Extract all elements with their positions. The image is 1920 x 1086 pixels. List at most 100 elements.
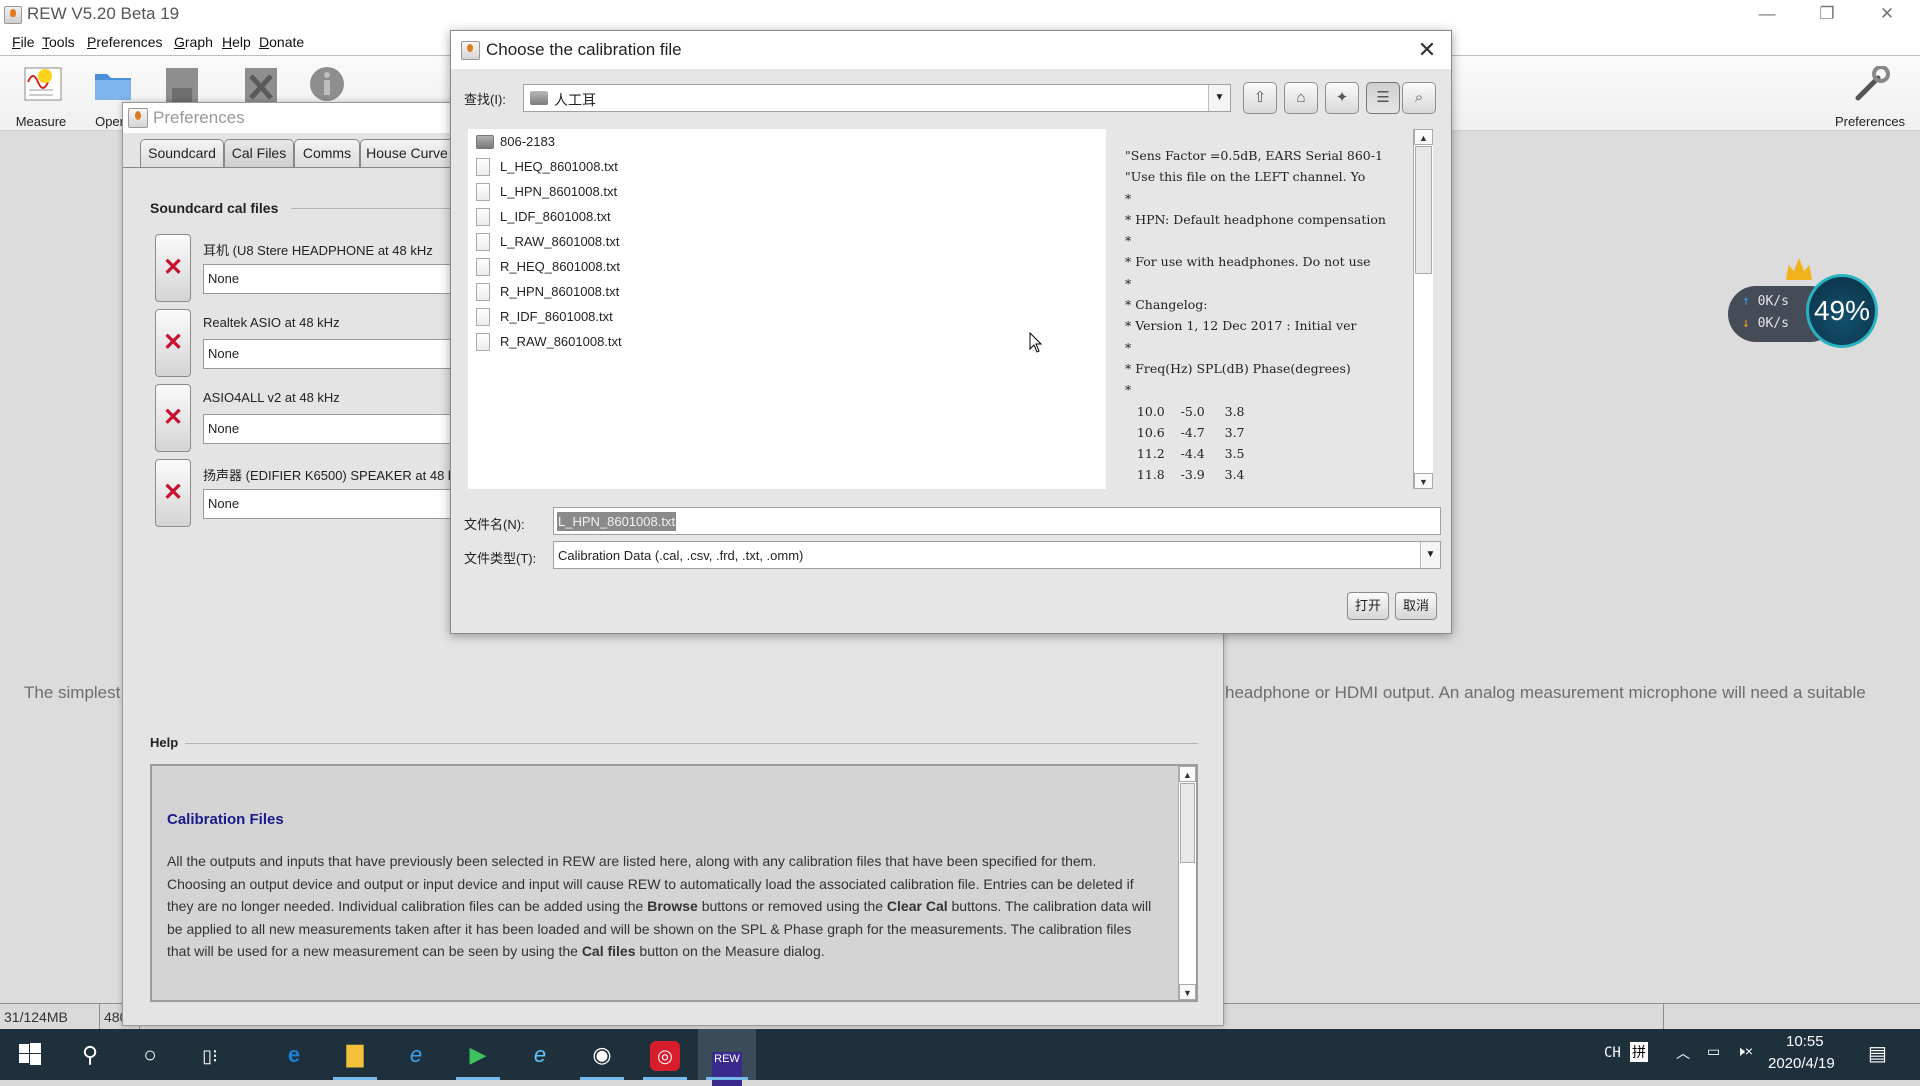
menu-graph[interactable]: Graph — [174, 34, 213, 50]
taskbar-video-player[interactable]: ▶ — [448, 1029, 508, 1080]
minimize-button[interactable]: — — [1738, 0, 1796, 30]
home-icon: ⌂ — [1296, 89, 1306, 106]
taskbar-edge[interactable]: e — [264, 1029, 324, 1080]
menu-preferences[interactable]: Preferences — [87, 34, 163, 50]
cortana-button[interactable]: ○ — [120, 1029, 180, 1080]
volume-muted-icon: 🕨× — [1736, 1043, 1753, 1059]
file-chooser-dialog: Choose the calibration file ✕ 查找(I): 人工耳… — [450, 30, 1452, 634]
file-icon — [476, 233, 490, 251]
chevron-down-icon[interactable]: ▼ — [1208, 85, 1230, 111]
close-window-button[interactable]: ✕ — [1858, 0, 1916, 30]
scroll-up-arrow[interactable]: ▲ — [1414, 129, 1433, 145]
preview-scrollbar[interactable]: ▲ ▼ — [1413, 129, 1433, 489]
measure-icon — [24, 67, 62, 101]
scroll-down-arrow[interactable]: ▼ — [1414, 473, 1433, 489]
taskbar-file-explorer[interactable]: ▇ — [325, 1029, 385, 1080]
ime-mode[interactable]: 拼 — [1630, 1042, 1648, 1062]
windows-taskbar: ⚲ ○ ▯⁝ e ▇ e ▶ e ◉ ◎ REW CH 拼 ︿ ▭ 🕨× 10:… — [0, 1029, 1920, 1086]
show-hidden-icons[interactable]: ︿ — [1676, 1043, 1690, 1063]
netease-music-icon: ◎ — [650, 1041, 680, 1071]
measure-button[interactable]: Measure — [6, 62, 76, 129]
remove-measurement-icon — [245, 68, 277, 102]
task-view-button[interactable]: ▯⁝ — [180, 1029, 240, 1080]
file-preview-text: "Sens Factor =0.5dB, EARS Serial 860-1 "… — [1125, 148, 1386, 483]
details-icon: ⌕ — [1414, 89, 1424, 106]
list-icon: ☰ — [1376, 89, 1390, 106]
volume-control[interactable]: 🕨× — [1736, 1043, 1753, 1060]
scroll-thumb[interactable] — [1180, 783, 1195, 863]
look-in-value: 人工耳 — [554, 92, 596, 108]
task-view-icon: ▯⁝ — [202, 1046, 218, 1066]
tab-comms[interactable]: Comms — [294, 139, 360, 167]
wrench-icon — [1855, 66, 1890, 101]
chooser-title: Choose the calibration file — [486, 40, 682, 59]
file-icon — [476, 208, 490, 226]
home-button[interactable]: ⌂ — [1284, 82, 1318, 114]
open-file-button[interactable]: 打开 — [1347, 592, 1389, 620]
file-explorer-icon: ▇ — [346, 1042, 364, 1067]
usage-percent: 49% — [1806, 274, 1878, 348]
taskbar-obs[interactable]: ◉ — [572, 1029, 632, 1080]
measure-label: Measure — [15, 114, 67, 129]
help-scrollbar[interactable]: ▲ ▼ — [1178, 766, 1196, 1000]
look-in-combo[interactable]: 人工耳 ▼ — [523, 84, 1231, 112]
play-icon: ▶ — [469, 1042, 487, 1067]
search-icon: ⚲ — [81, 1042, 99, 1067]
battery-status[interactable]: ▭ — [1707, 1043, 1720, 1060]
details-view-button[interactable]: ⌕ — [1402, 82, 1436, 114]
delete-entry-button[interactable]: ✕ — [155, 234, 191, 302]
input-language[interactable]: CH — [1604, 1045, 1621, 1061]
new-folder-button[interactable]: ✦ — [1325, 82, 1359, 114]
taskbar-ie-alt[interactable]: e — [510, 1029, 570, 1080]
search-button[interactable]: ⚲ — [60, 1029, 120, 1080]
edge-icon: e — [287, 1042, 301, 1067]
device-name: 耳机 (U8 Stere HEADPHONE at 48 kHz — [203, 243, 433, 258]
intro-text-left: The simplest — [24, 683, 121, 702]
preferences-button[interactable]: Preferences — [1830, 62, 1910, 129]
restore-button[interactable]: ❐ — [1798, 0, 1856, 30]
chevron-down-icon[interactable]: ▼ — [1420, 542, 1440, 568]
device-name: 扬声器 (EDIFIER K6500) SPEAKER at 48 k — [203, 468, 455, 483]
menu-file[interactable]: File — [12, 34, 35, 50]
scroll-down-arrow[interactable]: ▼ — [1179, 984, 1196, 1000]
file-icon — [476, 308, 490, 326]
menu-tools[interactable]: Tools — [42, 34, 75, 50]
folder-icon — [530, 91, 548, 105]
scroll-thumb[interactable] — [1415, 146, 1432, 274]
close-dialog-button[interactable]: ✕ — [1413, 37, 1441, 63]
up-one-level-button[interactable]: ⇧ — [1243, 82, 1277, 114]
network-monitor-widget[interactable]: ↑ 0K/s ↓ 0K/s 49% — [1728, 258, 1878, 352]
notification-icon: ▤ — [1868, 1043, 1887, 1065]
filename-label: 文件名(N): — [464, 517, 525, 532]
tab-house-curve[interactable]: House Curve — [360, 139, 454, 167]
list-view-button[interactable]: ☰ — [1366, 82, 1400, 114]
menu-help[interactable]: Help — [222, 34, 251, 50]
file-icon — [476, 258, 490, 276]
filename-input[interactable]: L_HPN_8601008.txt — [553, 507, 1441, 535]
clock-date[interactable]: 2020/4/19 — [1768, 1055, 1835, 1072]
taskbar-rew[interactable]: REW — [698, 1029, 756, 1086]
help-divider — [185, 743, 1198, 744]
delete-entry-button[interactable]: ✕ — [155, 459, 191, 527]
cancel-button[interactable]: 取消 — [1395, 592, 1437, 620]
vip-crown-icon — [1786, 258, 1812, 280]
delete-entry-button[interactable]: ✕ — [155, 384, 191, 452]
tab-soundcard[interactable]: Soundcard — [140, 139, 224, 167]
preferences-label: Preferences — [1834, 114, 1906, 129]
start-button[interactable] — [0, 1029, 60, 1080]
windows-logo-icon — [19, 1043, 41, 1065]
scroll-up-arrow[interactable]: ▲ — [1179, 766, 1196, 782]
filetype-select[interactable]: Calibration Data (.cal, .csv, .frd, .txt… — [553, 541, 1441, 569]
tab-cal-files[interactable]: Cal Files — [224, 139, 294, 167]
help-body: All the outputs and inputs that have pre… — [167, 853, 1152, 959]
main-title-bar: REW V5.20 Beta 19 — ❐ ✕ — [0, 0, 1920, 30]
java-app-icon — [4, 6, 22, 24]
action-center-button[interactable]: ▤ — [1868, 1041, 1887, 1066]
taskbar-internet-explorer[interactable]: e — [386, 1029, 446, 1080]
clock-time[interactable]: 10:55 — [1786, 1033, 1824, 1050]
delete-entry-button[interactable]: ✕ — [155, 309, 191, 377]
taskbar-netease-music[interactable]: ◎ — [635, 1029, 695, 1080]
menu-donate[interactable]: Donate — [259, 34, 304, 50]
rew-app-icon: REW — [712, 1052, 742, 1086]
file-icon — [476, 283, 490, 301]
